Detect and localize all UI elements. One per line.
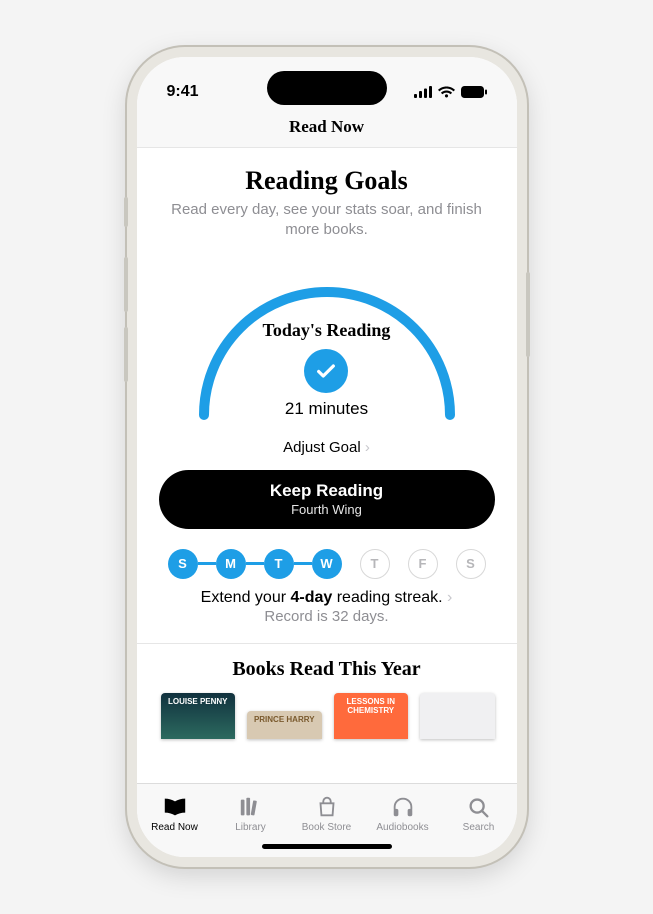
- book-cover[interactable]: LOUISE PENNY: [161, 693, 236, 739]
- books-read-title: Books Read This Year: [159, 658, 495, 681]
- minutes-read: 21 minutes: [263, 399, 391, 419]
- side-button: [526, 272, 530, 357]
- streak-record: Record is 32 days.: [159, 608, 495, 625]
- book-cover[interactable]: PRINCE HARRY: [247, 711, 322, 739]
- tab-read-now[interactable]: Read Now: [137, 784, 213, 843]
- side-button: [124, 327, 128, 382]
- extend-streak-button[interactable]: Extend your 4-day reading streak. ›: [159, 589, 495, 607]
- book-cover[interactable]: [420, 693, 495, 739]
- streak-day: M: [216, 549, 246, 579]
- wifi-icon: [438, 86, 455, 98]
- streak-days-row: S M T W T F S: [159, 549, 495, 579]
- divider: [137, 643, 517, 644]
- book-cover[interactable]: LESSONS IN CHEMISTRY: [334, 693, 409, 739]
- headphones-icon: [390, 795, 416, 819]
- side-button: [124, 197, 128, 227]
- side-button: [124, 257, 128, 312]
- book-covers-row[interactable]: LOUISE PENNY PRINCE HARRY LESSONS IN CHE…: [159, 693, 495, 739]
- reading-progress-arc: Today's Reading 21 minutes: [182, 255, 472, 425]
- status-time: 9:41: [167, 83, 199, 101]
- reading-goals-title: Reading Goals: [159, 166, 495, 196]
- bag-icon: [314, 795, 340, 819]
- book-open-icon: [162, 795, 188, 819]
- phone-frame: 9:41 Read Now Reading Goals Read every d…: [127, 47, 527, 867]
- dynamic-island: [267, 71, 387, 105]
- library-icon: [238, 795, 264, 819]
- adjust-goal-button[interactable]: Adjust Goal ›: [159, 439, 495, 456]
- streak-day: S: [168, 549, 198, 579]
- streak-day: T: [264, 549, 294, 579]
- tab-library[interactable]: Library: [213, 784, 289, 843]
- chevron-right-icon: ›: [443, 589, 453, 606]
- today-reading-label: Today's Reading: [263, 320, 391, 341]
- keep-reading-button[interactable]: Keep Reading Fourth Wing: [159, 470, 495, 529]
- cellular-icon: [414, 86, 432, 98]
- streak-day: S: [456, 549, 486, 579]
- tab-book-store[interactable]: Book Store: [289, 784, 365, 843]
- streak-day: F: [408, 549, 438, 579]
- streak-day: T: [360, 549, 390, 579]
- battery-icon: [461, 86, 487, 98]
- chevron-right-icon: ›: [365, 439, 370, 456]
- goal-complete-checkmark-icon: [304, 349, 348, 393]
- tab-audiobooks[interactable]: Audiobooks: [365, 784, 441, 843]
- reading-goals-subtitle: Read every day, see your stats soar, and…: [159, 200, 495, 241]
- streak-day: W: [312, 549, 342, 579]
- search-icon: [466, 795, 492, 819]
- home-indicator[interactable]: [262, 844, 392, 849]
- tab-search[interactable]: Search: [441, 784, 517, 843]
- nav-title: Read Now: [137, 111, 517, 148]
